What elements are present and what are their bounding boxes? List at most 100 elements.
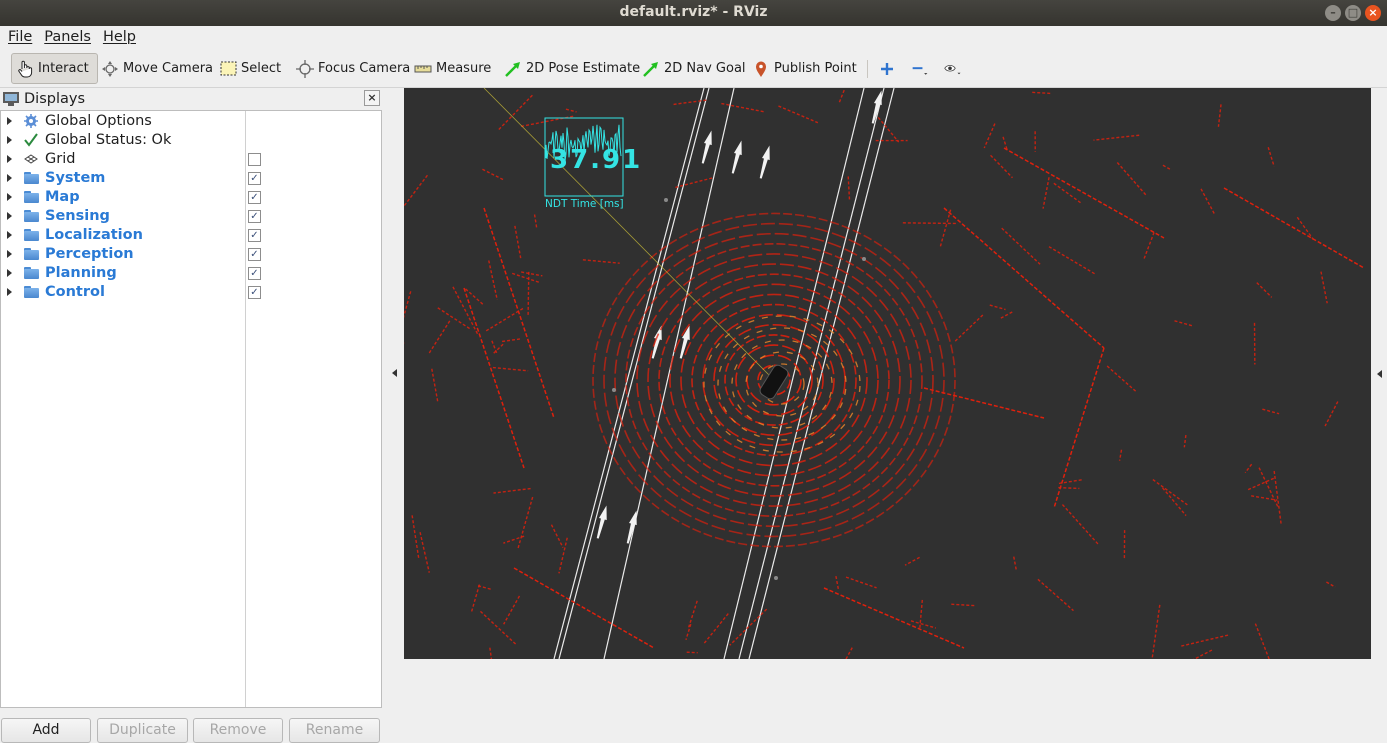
- minus-icon: [911, 60, 929, 78]
- folder-icon: [23, 284, 39, 300]
- display-row[interactable]: Map✓: [1, 188, 381, 207]
- focus-camera-button[interactable]: Focus Camera: [296, 53, 410, 84]
- interact-button[interactable]: Interact: [11, 53, 98, 84]
- road-arrow: [757, 144, 774, 179]
- lidar-segment: [583, 260, 620, 263]
- lidar-segment: [429, 321, 450, 354]
- lidar-segment: [1144, 232, 1154, 260]
- add-button[interactable]: Add: [1, 718, 91, 743]
- expand-arrow-icon[interactable]: [7, 269, 12, 277]
- road-arrow: [729, 139, 746, 174]
- display-row[interactable]: Planning ✓: [1, 264, 381, 283]
- lidar-segment: [420, 532, 429, 573]
- expand-arrow-icon[interactable]: [7, 212, 12, 220]
- interact-label: Interact: [38, 61, 89, 76]
- enable-checkbox[interactable]: ✓: [248, 172, 261, 185]
- display-label: Global Options: [45, 112, 152, 131]
- remove-button[interactable]: Remove: [193, 718, 283, 743]
- add-tool-button[interactable]: [878, 53, 900, 84]
- close-panel-icon[interactable]: ×: [364, 90, 380, 106]
- display-row[interactable]: Global Status: Ok: [1, 131, 381, 150]
- maximize-icon[interactable]: □: [1345, 5, 1361, 21]
- lidar-segment: [486, 308, 523, 331]
- lidar-segment: [432, 369, 438, 403]
- rename-button[interactable]: Rename: [289, 718, 380, 743]
- lidar-segment: [1268, 147, 1274, 166]
- folder-icon: [23, 227, 39, 243]
- lidar-segment: [991, 155, 1013, 177]
- display-row[interactable]: Control✓: [1, 283, 381, 302]
- lidar-segment: [951, 604, 975, 605]
- display-label: Planning: [45, 264, 117, 283]
- structure-edge: [1224, 188, 1364, 268]
- menu-file[interactable]: File: [2, 26, 38, 50]
- focus-camera-label: Focus Camera: [318, 61, 410, 76]
- lidar-segment: [1297, 217, 1313, 239]
- minimize-icon[interactable]: –: [1325, 5, 1341, 21]
- render-viewport[interactable]: 37.91 NDT Time [ms]: [404, 88, 1371, 659]
- move-camera-button[interactable]: Move Camera: [101, 53, 213, 84]
- ndt-time-value: 37.91: [550, 145, 642, 175]
- display-row[interactable]: Global Options: [1, 112, 381, 131]
- tools-toolbar: Interact Move Camera Select Focus Camera…: [0, 50, 1387, 88]
- displays-tree[interactable]: Global OptionsGlobal Status: OkGridSyste…: [0, 110, 382, 708]
- close-window-icon[interactable]: ×: [1365, 5, 1381, 21]
- enable-checkbox[interactable]: ✓: [248, 248, 261, 261]
- enable-checkbox[interactable]: ✓: [248, 267, 261, 280]
- structure-edge: [1004, 148, 1164, 238]
- menu-help[interactable]: Help: [97, 26, 142, 50]
- panel-splitter[interactable]: [384, 88, 404, 661]
- lidar-segment: [673, 100, 706, 104]
- lidar-segment: [518, 497, 533, 548]
- toolbar-separator: [867, 60, 868, 78]
- ruler-icon: [414, 60, 432, 78]
- folder-icon: [23, 170, 39, 186]
- expand-arrow-icon[interactable]: [7, 155, 12, 163]
- display-label: Sensing: [45, 207, 110, 226]
- select-button[interactable]: Select: [219, 53, 281, 84]
- pose-estimate-button[interactable]: 2D Pose Estimate: [504, 53, 640, 84]
- menu-panels[interactable]: Panels: [38, 26, 97, 50]
- expand-arrow-icon[interactable]: [7, 193, 12, 201]
- grid-icon: [23, 151, 39, 167]
- enable-checkbox[interactable]: [248, 153, 261, 166]
- display-row[interactable]: Sensing ✓: [1, 207, 381, 226]
- display-label: Grid: [45, 150, 75, 169]
- collapse-left-icon[interactable]: [392, 369, 397, 377]
- view-tools-button[interactable]: [944, 53, 966, 84]
- lidar-segment: [839, 90, 844, 103]
- display-row[interactable]: Grid: [1, 150, 381, 169]
- nav-goal-button[interactable]: 2D Nav Goal: [642, 53, 746, 84]
- duplicate-button[interactable]: Duplicate: [97, 718, 188, 743]
- expand-arrow-icon[interactable]: [7, 174, 12, 182]
- window-title: default.rviz* - RViz: [619, 4, 767, 20]
- enable-checkbox[interactable]: ✓: [248, 229, 261, 242]
- expand-arrow-icon[interactable]: [7, 117, 12, 125]
- expand-arrow-icon[interactable]: [7, 250, 12, 258]
- publish-point-button[interactable]: Publish Point: [752, 53, 857, 84]
- lidar-segment: [502, 339, 520, 342]
- lidar-segment: [905, 557, 920, 565]
- right-panel-strip[interactable]: [1371, 88, 1387, 661]
- display-row[interactable]: Localization✓: [1, 226, 381, 245]
- remove-tool-button[interactable]: [911, 53, 933, 84]
- pointcloud-scene[interactable]: 37.91: [404, 88, 1371, 659]
- enable-checkbox[interactable]: ✓: [248, 286, 261, 299]
- lidar-segment: [1181, 635, 1228, 646]
- expand-arrow-icon[interactable]: [7, 288, 12, 296]
- lidar-segment: [1248, 478, 1274, 490]
- lidar-segment: [512, 273, 539, 282]
- expand-right-icon[interactable]: [1377, 370, 1382, 378]
- lidar-segment: [1062, 505, 1097, 544]
- expand-arrow-icon[interactable]: [7, 231, 12, 239]
- measure-button[interactable]: Measure: [414, 53, 491, 84]
- lidar-segment: [551, 525, 563, 548]
- plus-icon: [878, 60, 896, 78]
- lidar-segment: [1038, 579, 1074, 610]
- lidar-segment: [848, 176, 849, 200]
- enable-checkbox[interactable]: ✓: [248, 191, 261, 204]
- expand-arrow-icon[interactable]: [7, 136, 12, 144]
- enable-checkbox[interactable]: ✓: [248, 210, 261, 223]
- display-row[interactable]: Perception✓: [1, 245, 381, 264]
- display-row[interactable]: System✓: [1, 169, 381, 188]
